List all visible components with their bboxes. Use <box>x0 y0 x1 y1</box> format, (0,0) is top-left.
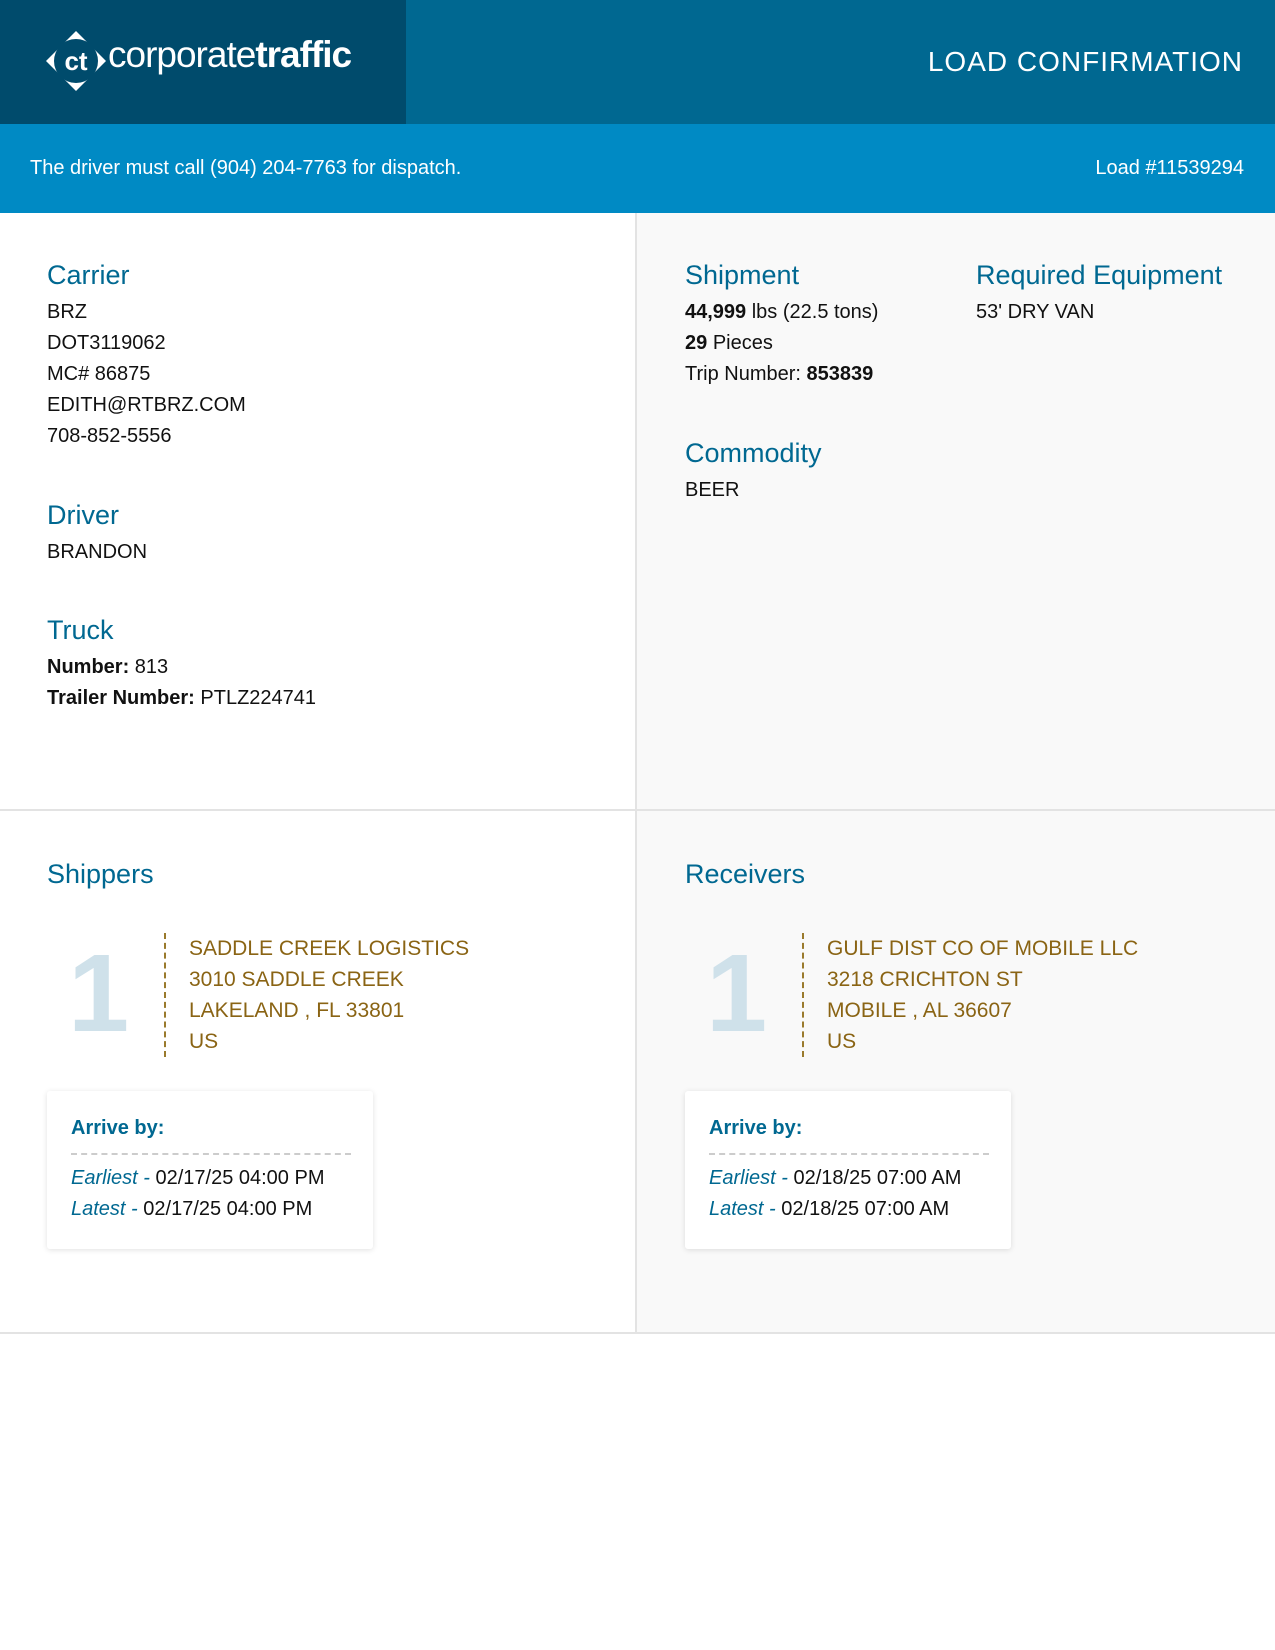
driver-heading: Driver <box>47 500 119 530</box>
shipper-street: 3010 SADDLE CREEK <box>189 968 404 991</box>
earliest-time: Earliest - 02/17/25 04:00 PM <box>71 1167 325 1189</box>
carrier-panel: Carrier BRZ DOT3119062 MC# 86875 EDITH@R… <box>0 213 637 809</box>
shippers-panel: Shippers 1 SADDLE CREEK LOGISTICS 3010 S… <box>0 809 637 1334</box>
commodity-value: BEER <box>685 479 740 501</box>
receiver-country: US <box>827 1030 857 1053</box>
receiver-address: GULF DIST CO OF MOBILE LLC 3218 CRICHTON… <box>827 933 1138 1057</box>
carrier-dot: DOT3119062 <box>47 332 166 354</box>
carrier-phone: 708-852-5556 <box>47 425 172 447</box>
carrier-heading: Carrier <box>47 260 130 290</box>
stop-divider <box>164 933 166 1057</box>
shipper-name: SADDLE CREEK LOGISTICS <box>189 937 470 960</box>
shipment-weight: 44,999 lbs (22.5 tons) <box>685 301 879 323</box>
corporate-traffic-logo-icon: ct <box>46 31 106 91</box>
latest-time: Latest - 02/18/25 07:00 AM <box>709 1198 950 1220</box>
latest-time: Latest - 02/17/25 04:00 PM <box>71 1198 313 1220</box>
stop-number: 1 <box>706 932 768 1055</box>
truck-number: Number: 813 <box>47 656 169 678</box>
receivers-heading: Receivers <box>685 859 806 889</box>
divider <box>709 1153 989 1155</box>
receivers-panel: Receivers 1 GULF DIST CO OF MOBILE LLC 3… <box>637 809 1275 1334</box>
equipment-heading: Required Equipment <box>976 260 1223 290</box>
driver-name: BRANDON <box>47 541 148 563</box>
divider <box>71 1153 351 1155</box>
trip-number: Trip Number: 853839 <box>685 363 874 385</box>
commodity-heading: Commodity <box>685 438 822 468</box>
receiver-city: MOBILE , AL 36607 <box>827 999 1012 1022</box>
dispatch-note: The driver must call (904) 204-7763 for … <box>30 157 462 179</box>
shippers-heading: Shippers <box>47 859 154 889</box>
carrier-email: EDITH@RTBRZ.COM <box>47 394 246 416</box>
receiver-name: GULF DIST CO OF MOBILE LLC <box>827 937 1139 960</box>
carrier-name: BRZ <box>47 301 87 323</box>
shipper-arrive-card: Arrive by: Earliest - 02/17/25 04:00 PM … <box>47 1091 373 1249</box>
arrive-by-label: Arrive by: <box>71 1117 165 1139</box>
trailer-number: Trailer Number: PTLZ224741 <box>47 687 317 709</box>
document-title: LOAD CONFIRMATION <box>927 46 1243 77</box>
shipper-city: LAKELAND , FL 33801 <box>189 999 405 1022</box>
stop-number: 1 <box>68 932 130 1055</box>
logo: ct corporatetraffic <box>0 0 406 124</box>
arrive-by-label: Arrive by: <box>709 1117 803 1139</box>
shipper-address: SADDLE CREEK LOGISTICS 3010 SADDLE CREEK… <box>189 933 469 1057</box>
shipper-country: US <box>189 1030 219 1053</box>
svg-text:ct: ct <box>64 46 87 76</box>
shipment-heading: Shipment <box>685 260 800 290</box>
truck-heading: Truck <box>47 615 114 645</box>
logo-wordmark: corporatetraffic <box>108 34 352 75</box>
shipment-pieces: 29 Pieces <box>685 332 773 354</box>
earliest-time: Earliest - 02/18/25 07:00 AM <box>709 1167 962 1189</box>
dispatch-bar: The driver must call (904) 204-7763 for … <box>0 124 1275 213</box>
carrier-mc: MC# 86875 <box>47 363 151 385</box>
shipment-panel: Shipment 44,999 lbs (22.5 tons) 29 Piece… <box>637 213 1275 809</box>
load-number: Load #11539294 <box>1095 157 1244 179</box>
page-header: ct corporatetraffic LOAD CONFIRMATION <box>0 0 1275 124</box>
receiver-street: 3218 CRICHTON ST <box>827 968 1023 991</box>
equipment-value: 53' DRY VAN <box>976 301 1095 323</box>
stop-divider <box>802 933 804 1057</box>
receiver-arrive-card: Arrive by: Earliest - 02/18/25 07:00 AM … <box>685 1091 1011 1249</box>
